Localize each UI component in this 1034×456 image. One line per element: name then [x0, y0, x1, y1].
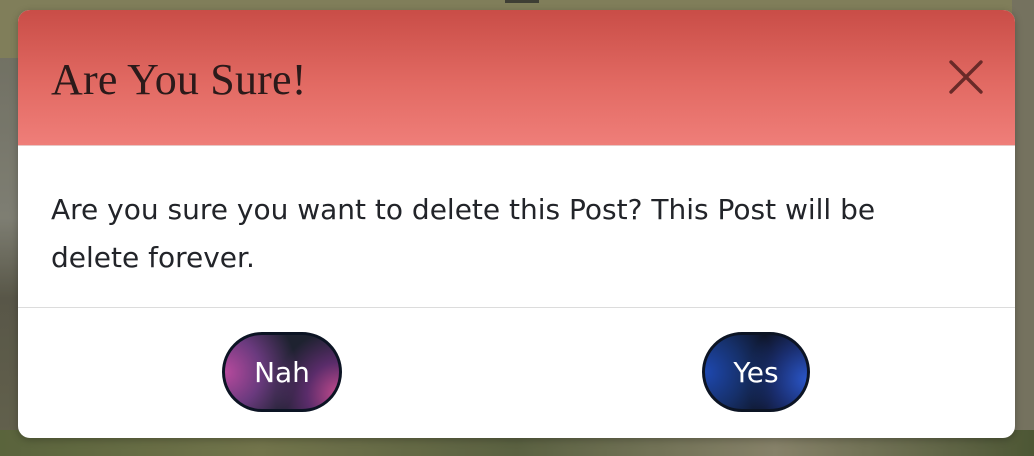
modal-header: Are You Sure! — [18, 10, 1015, 146]
modal-body: Are you sure you want to delete this Pos… — [18, 146, 1015, 308]
cancel-button-label: Nah — [254, 355, 310, 389]
confirm-delete-button[interactable]: Yes — [702, 332, 810, 412]
cancel-button[interactable]: Nah — [222, 332, 342, 412]
modal-message: Are you sure you want to delete this Pos… — [51, 193, 876, 274]
confirm-button-label: Yes — [733, 355, 779, 389]
delete-confirmation-modal: Are You Sure! Are you sure you want to d… — [18, 10, 1015, 438]
modal-footer: Nah Yes — [18, 308, 1015, 438]
close-button[interactable] — [947, 58, 985, 96]
close-icon — [949, 60, 983, 94]
modal-title: Are You Sure! — [51, 55, 307, 104]
